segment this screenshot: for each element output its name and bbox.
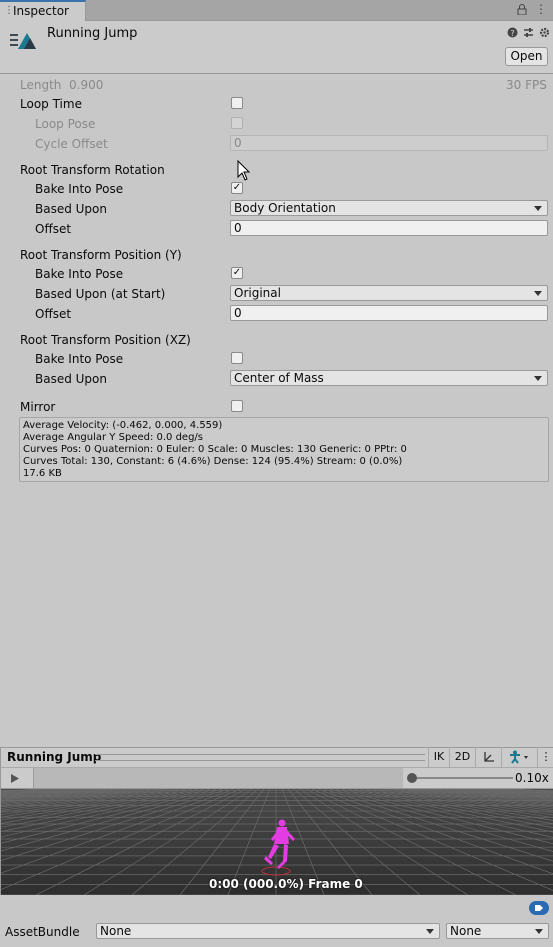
position-xz-section-title: Root Transform Position (XZ)	[20, 333, 191, 347]
fps-value: 30 FPS	[506, 78, 547, 92]
preview-viewport[interactable]: 0:00 (000.0%) Frame 0	[0, 789, 553, 895]
open-button[interactable]: Open	[505, 47, 548, 66]
asset-bundle-variant-dropdown[interactable]: None	[446, 923, 549, 939]
rotation-based-upon-label: Based Upon	[35, 202, 107, 216]
rotation-based-upon-dropdown[interactable]: Body Orientation	[230, 200, 548, 216]
loop-pose-label: Loop Pose	[35, 117, 96, 131]
avatar-icon	[509, 750, 528, 764]
position-y-offset-field[interactable]: 0	[230, 305, 548, 321]
tab-more-icon[interactable]: ⋮	[535, 2, 547, 16]
position-y-based-upon-dropdown[interactable]: Original	[230, 285, 548, 301]
label-tag-icon[interactable]	[529, 901, 549, 915]
angular-speed-text: Average Angular Y Speed: 0.0 deg/s	[23, 432, 203, 443]
preset-icon[interactable]	[523, 27, 534, 38]
preview-timeline: 0.10x	[0, 768, 553, 789]
speed-slider-track[interactable]	[411, 777, 513, 779]
preview-time-readout: 0:00 (000.0%) Frame 0	[209, 877, 363, 891]
position-y-bake-label: Bake Into Pose	[35, 267, 124, 281]
mirror-checkbox[interactable]	[231, 400, 243, 412]
play-icon[interactable]	[10, 773, 20, 784]
chevron-down-icon	[426, 929, 434, 934]
mirror-label: Mirror	[20, 400, 56, 414]
chevron-down-icon	[535, 929, 543, 934]
asset-bundle-name-value: None	[100, 924, 132, 938]
avatar-dropdown[interactable]	[501, 747, 537, 767]
position-xz-bake-label: Bake Into Pose	[35, 352, 124, 366]
tab-inspector-label: Inspector	[13, 4, 69, 18]
mouse-cursor-icon	[237, 160, 251, 181]
lock-icon[interactable]	[517, 4, 527, 15]
curves-total-text: Curves Total: 130, Constant: 6 (4.6%) De…	[23, 456, 403, 467]
preview-title: Running Jump	[7, 750, 102, 764]
length-label: Length	[20, 78, 62, 92]
position-xz-based-upon-dropdown[interactable]: Center of Mass	[230, 370, 548, 386]
loop-pose-checkbox[interactable]	[231, 117, 243, 129]
speed-slider-thumb[interactable]	[407, 773, 417, 783]
gear-icon[interactable]	[539, 27, 550, 38]
asset-bundle-name-dropdown[interactable]: None	[96, 923, 440, 939]
rotation-bake-label: Bake Into Pose	[35, 182, 124, 196]
pivot-toggle[interactable]	[475, 747, 501, 767]
chevron-down-icon	[534, 376, 542, 381]
rotation-bake-checkbox[interactable]: ✓	[231, 182, 243, 194]
tab-bar: ⋮ Inspector ⋮	[0, 0, 553, 21]
animation-clip-icon	[10, 33, 36, 49]
position-xz-based-upon-label: Based Upon	[35, 372, 107, 386]
chevron-down-icon	[534, 291, 542, 296]
2d-toggle[interactable]: 2D	[449, 747, 475, 767]
rotation-offset-field[interactable]: 0	[230, 220, 548, 236]
timeline-scrub-area[interactable]	[34, 768, 403, 788]
inspector-header: Running Jump ? Open	[0, 21, 553, 74]
clip-title: Running Jump	[47, 26, 138, 41]
chevron-down-icon	[534, 206, 542, 211]
ik-toggle[interactable]: IK	[428, 747, 449, 767]
position-xz-bake-checkbox[interactable]	[231, 352, 243, 364]
speed-value: 0.10x	[515, 771, 549, 785]
help-icon[interactable]: ?	[507, 27, 518, 38]
asset-bundle-panel: AssetBundle None None	[0, 895, 553, 947]
asset-bundle-label: AssetBundle	[5, 925, 80, 939]
rotation-section-title: Root Transform Rotation	[20, 163, 165, 177]
position-y-offset-label: Offset	[35, 307, 72, 321]
asset-bundle-variant-value: None	[450, 924, 482, 938]
rotation-offset-label: Offset	[35, 222, 72, 236]
position-y-section-title: Root Transform Position (Y)	[20, 248, 182, 262]
clip-info-box: Average Velocity: (-0.462, 0.000, 4.559)…	[19, 417, 549, 482]
preview-more-icon[interactable]: ⋮	[537, 747, 553, 767]
cycle-offset-label: Cycle Offset	[35, 137, 108, 151]
rotation-based-upon-value: Body Orientation	[234, 201, 336, 215]
loop-time-label: Loop Time	[20, 97, 82, 111]
tab-inspector[interactable]: ⋮ Inspector	[0, 0, 86, 21]
position-xz-based-upon-value: Center of Mass	[234, 371, 324, 385]
preview-drag-handle[interactable]	[95, 754, 425, 761]
position-y-based-upon-value: Original	[234, 286, 281, 300]
cycle-offset-field[interactable]: 0	[230, 135, 548, 151]
position-y-bake-checkbox[interactable]: ✓	[231, 267, 243, 279]
pivot-icon	[483, 752, 494, 762]
loop-time-checkbox[interactable]	[231, 97, 243, 109]
curves-text: Curves Pos: 0 Quaternion: 0 Euler: 0 Sca…	[23, 444, 407, 455]
svg-text:?: ?	[510, 29, 514, 38]
clip-size-text: 17.6 KB	[23, 468, 62, 479]
average-velocity-text: Average Velocity: (-0.462, 0.000, 4.559)	[23, 420, 223, 431]
length-value: 0.900	[69, 78, 104, 92]
position-y-based-upon-label: Based Upon (at Start)	[35, 287, 166, 301]
